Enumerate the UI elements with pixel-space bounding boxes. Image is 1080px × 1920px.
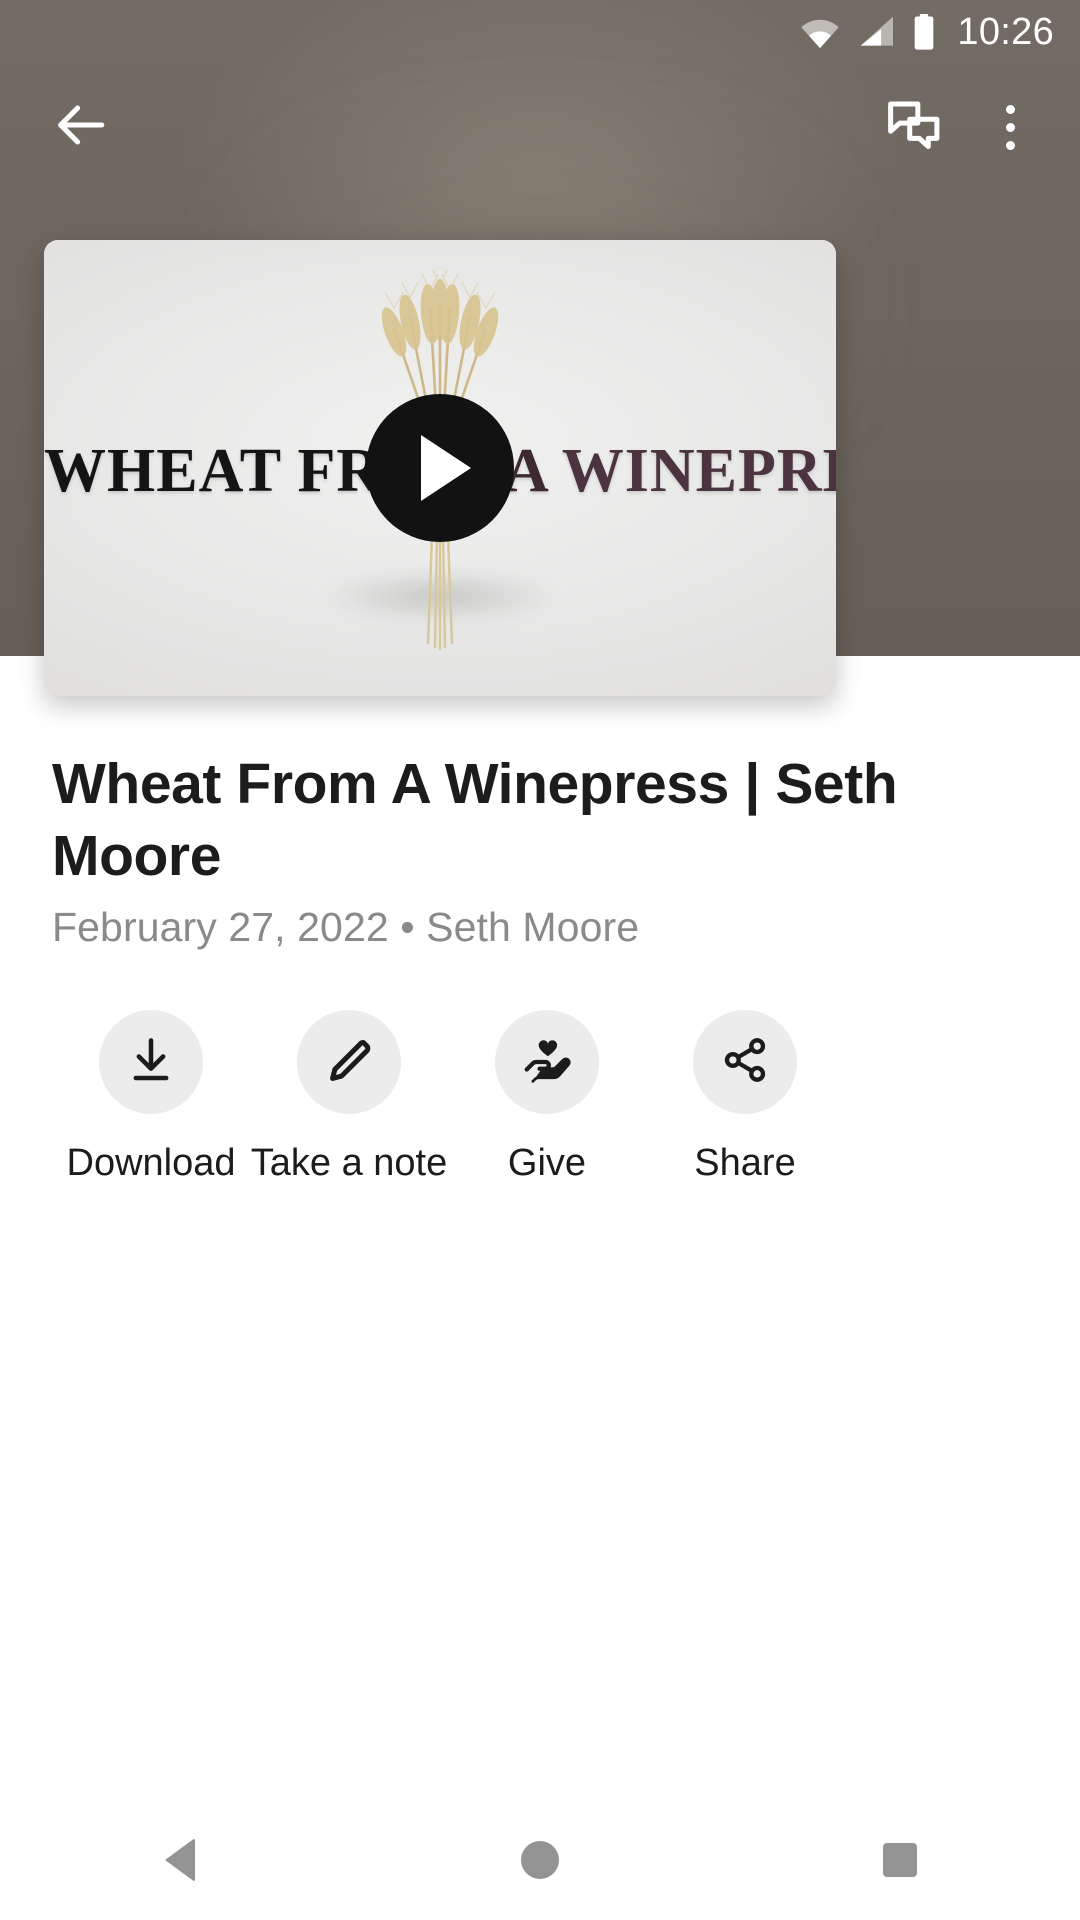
status-bar: 10:26 xyxy=(0,0,1080,64)
play-triangle-icon xyxy=(421,435,471,501)
back-button[interactable] xyxy=(32,79,128,175)
cellular-signal-icon xyxy=(855,15,897,49)
battery-icon xyxy=(911,13,937,51)
nav-home-icon xyxy=(521,1841,559,1879)
app-toolbar xyxy=(0,72,1080,182)
take-a-note-button[interactable] xyxy=(297,1010,401,1114)
pencil-icon xyxy=(323,1034,375,1091)
take-a-note-label: Take a note xyxy=(250,1142,448,1184)
nav-back-icon xyxy=(165,1838,195,1882)
android-nav-bar xyxy=(0,1800,1080,1920)
play-button[interactable] xyxy=(366,394,514,542)
take-a-note-action[interactable]: Take a note xyxy=(250,1010,448,1185)
share-action[interactable]: Share xyxy=(646,1010,844,1185)
nav-recents-icon xyxy=(883,1843,917,1877)
download-arrow-icon xyxy=(125,1034,177,1091)
app-screen: 10:26 WHEAT FR A WINEPR Wheat From A Win… xyxy=(0,0,1080,1920)
media-meta: February 27, 2022 • Seth Moore xyxy=(52,904,640,950)
thumbnail-title-part3: WINEPRESS xyxy=(561,437,836,505)
arrow-left-icon xyxy=(51,96,109,159)
overflow-menu-button[interactable] xyxy=(962,79,1058,175)
nav-recents-button[interactable] xyxy=(825,1800,975,1920)
nav-back-button[interactable] xyxy=(105,1800,255,1920)
give-label: Give xyxy=(507,1142,587,1184)
give-button[interactable] xyxy=(495,1010,599,1114)
share-label: Share xyxy=(694,1142,796,1184)
hand-heart-icon xyxy=(520,1033,574,1092)
download-button[interactable] xyxy=(99,1010,203,1114)
share-nodes-icon xyxy=(719,1034,771,1091)
wifi-icon xyxy=(799,15,841,49)
download-action[interactable]: Download xyxy=(52,1010,250,1185)
discussion-button[interactable] xyxy=(866,79,962,175)
media-title: Wheat From A Winepress | Seth Moore xyxy=(52,752,898,889)
status-time: 10:26 xyxy=(957,11,1054,53)
action-button-row: Download Take a note Give Share xyxy=(52,1010,992,1185)
thumbnail-title-part1: WHEAT FR xyxy=(44,437,383,505)
share-button[interactable] xyxy=(693,1010,797,1114)
nav-home-button[interactable] xyxy=(465,1800,615,1920)
download-label: Download xyxy=(66,1142,236,1184)
video-thumbnail-card[interactable]: WHEAT FROM A WINEPRESS xyxy=(44,240,836,696)
give-action[interactable]: Give xyxy=(448,1010,646,1185)
content-sheet: Wheat From A Winepress | Seth Moore Febr… xyxy=(0,656,1080,1920)
chat-bubbles-icon xyxy=(883,94,945,161)
more-vertical-icon xyxy=(1005,104,1015,150)
